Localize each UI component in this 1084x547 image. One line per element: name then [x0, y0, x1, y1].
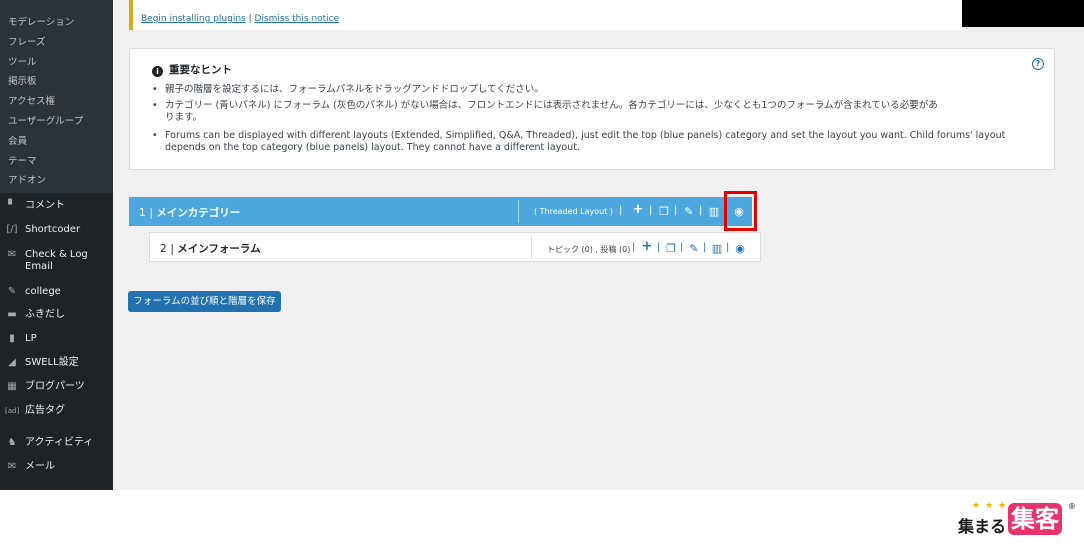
category-name: メインカテゴリー	[156, 207, 241, 219]
plugin-notice: Begin installing plugins | Dismiss this …	[129, 0, 963, 30]
logo-registered-mark: ®	[1068, 502, 1076, 511]
logo-text-2: 集客	[1008, 503, 1062, 535]
sidebar-item-label: 広告タグ	[25, 405, 65, 416]
hints-panel: i 重要なヒント ? • 親子の階層を設定するには、フォーラムパネルをドラッグアン…	[129, 48, 1055, 170]
forum-number: 2	[160, 243, 167, 255]
submenu-item-themes[interactable]: テーマ	[8, 153, 37, 167]
save-forum-order-button[interactable]: フォーラムの並び順と階層を保存	[128, 291, 281, 312]
sidebar-item-label: ブログパーツ	[25, 381, 85, 392]
logo-stars: ★★★	[972, 501, 1012, 511]
category-number: 1	[139, 207, 146, 219]
hint-text: 親子の階層を設定するには、フォーラムパネルをドラッグアンドドロップしてください。	[165, 84, 544, 95]
notice-separator: |	[248, 14, 252, 24]
highlight-box	[724, 191, 757, 231]
dismiss-notice-link[interactable]: Dismiss this notice	[255, 14, 340, 24]
copy-icon[interactable]: ❐	[664, 242, 678, 255]
comment-icon: ▘	[8, 200, 16, 211]
action-separator: |	[674, 205, 678, 216]
blog-parts-icon: ▦	[7, 381, 17, 392]
shortcode-icon: [/]	[6, 224, 18, 235]
submenu-item-addons[interactable]: アドオン	[8, 172, 46, 186]
install-plugins-link[interactable]: Begin installing plugins	[141, 14, 246, 24]
black-overlay	[962, 0, 1084, 27]
hint-text: ります。	[165, 112, 203, 123]
bullet: •	[152, 130, 158, 141]
notice-links: Begin installing plugins | Dismiss this …	[141, 14, 339, 24]
sidebar-item-label-line2: Email	[25, 261, 53, 272]
category-layout: ( Threaded Layout )	[534, 207, 614, 216]
info-icon: i	[152, 66, 163, 77]
forum-actions: | + | ❐ | ✎ | ▥ | ◉	[632, 233, 760, 261]
help-icon[interactable]: ?	[1032, 58, 1044, 70]
edit-icon[interactable]: ✎	[687, 242, 701, 255]
page-icon: ▮	[9, 333, 15, 344]
sidebar-item-label: college	[25, 286, 61, 297]
pin-icon: ✎	[7, 286, 17, 297]
sidebar-item-label: Shortcoder	[25, 224, 81, 235]
category-title: 1 | メインカテゴリー	[139, 205, 240, 220]
add-subforum-icon[interactable]: +	[640, 239, 654, 254]
action-separator: |	[726, 242, 730, 253]
trash-icon[interactable]: ▥	[710, 242, 724, 255]
action-separator: |	[703, 242, 707, 253]
activity-icon: ♞	[7, 437, 17, 448]
sidebar-item-check-log-email[interactable]: ✉ Check & Log Email	[5, 248, 111, 276]
action-separator: |	[680, 242, 684, 253]
forum-title: 2 | メインフォーラム	[160, 241, 261, 256]
add-forum-icon[interactable]: +	[631, 202, 645, 217]
sidebar-item-label: メール	[25, 461, 55, 472]
action-separator: |	[632, 242, 636, 253]
forum-divider	[531, 236, 532, 259]
action-separator: |	[657, 242, 661, 253]
sidebar-submenu: モデレーション フレーズ ツール 掲示板 アクセス権 ユーザーグループ 会員 テ…	[0, 0, 113, 193]
forum-panel[interactable]: 2 | メインフォーラム トピック (0) , 投稿 (0) | + | ❐ |…	[149, 232, 761, 262]
hints-title: i 重要なヒント	[152, 62, 232, 77]
email-icon: ✉	[7, 249, 17, 260]
submenu-item-access[interactable]: アクセス権	[8, 93, 55, 107]
bird-icon: ◢	[8, 357, 16, 368]
hints-title-text: 重要なヒント	[169, 64, 232, 76]
hint-text: depends on the top category (blue panels…	[165, 142, 580, 153]
action-separator: |	[699, 205, 703, 216]
submenu-item-phrases[interactable]: フレーズ	[8, 34, 46, 48]
balloon-icon: ▬	[7, 309, 17, 320]
view-icon[interactable]: ◉	[733, 242, 747, 255]
main-content: Begin installing plugins | Dismiss this …	[113, 0, 1084, 490]
bullet: •	[152, 100, 158, 111]
action-separator: |	[649, 205, 653, 216]
submenu-item-members[interactable]: 会員	[8, 133, 27, 147]
trash-icon[interactable]: ▥	[707, 205, 721, 218]
sidebar-item-label: ふきだし	[25, 309, 65, 320]
edit-icon[interactable]: ✎	[682, 205, 696, 218]
sidebar-item-label: コメント	[25, 200, 65, 211]
forum-name: メインフォーラム	[177, 243, 261, 255]
sidebar-item-label: LP	[25, 333, 37, 344]
ad-icon: [ad]	[5, 407, 20, 415]
action-separator: |	[619, 205, 623, 216]
category-panel[interactable]: 1 | メインカテゴリー ( Threaded Layout ) | + | ❐…	[129, 197, 752, 226]
hint-text: カテゴリー (青いパネル) にフォーラム (灰色のパネル) がない場合は、フロン…	[165, 100, 938, 111]
submenu-item-tools[interactable]: ツール	[8, 54, 37, 68]
brand-logo: ★★★ 集まる 集客 ®	[958, 500, 1078, 542]
submenu-item-usergroups[interactable]: ユーザーグループ	[8, 113, 83, 127]
submenu-item-moderation[interactable]: モデレーション	[8, 14, 74, 28]
forum-stats: トピック (0) , 投稿 (0)	[547, 245, 631, 254]
sidebar-item-label: アクティビティ	[25, 437, 94, 448]
copy-icon[interactable]: ❐	[657, 205, 671, 218]
bullet: •	[152, 84, 158, 95]
admin-sidebar: モデレーション フレーズ ツール 掲示板 アクセス権 ユーザーグループ 会員 テ…	[0, 0, 113, 490]
hint-text: Forums can be displayed with different l…	[165, 130, 1006, 141]
mail-icon: ✉	[7, 461, 17, 472]
submenu-item-boards[interactable]: 掲示板	[8, 73, 37, 87]
logo-text-1: 集まる	[958, 517, 1007, 536]
category-divider	[518, 200, 519, 223]
sidebar-item-label: SWELL設定	[25, 357, 79, 368]
